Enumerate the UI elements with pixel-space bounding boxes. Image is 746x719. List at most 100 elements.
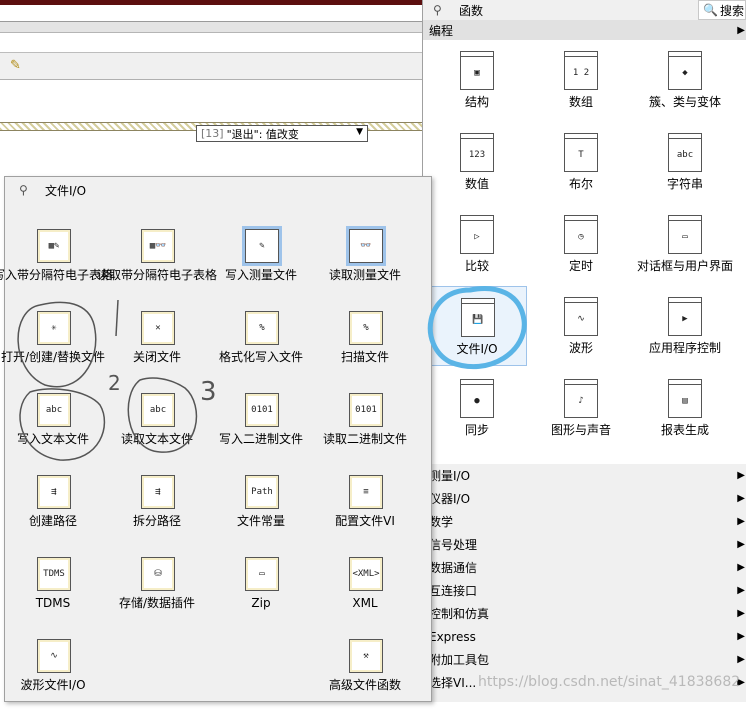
cluster-icon: ◆ <box>668 56 702 90</box>
structures-icon: ▣ <box>460 56 494 90</box>
palette-item[interactable]: ▤ 报表生成 <box>635 368 735 448</box>
search-icon: 🔍 <box>703 3 718 17</box>
file-io-item[interactable]: Path 文件常量 <box>209 475 313 555</box>
case-prev-icon[interactable]: ◀ <box>196 128 197 138</box>
category-item-label: 互连接口 <box>429 584 478 598</box>
file-io-item[interactable]: 0101 写入二进制文件 <box>209 393 313 473</box>
category-item[interactable]: 互连接口 ▶ <box>423 579 746 602</box>
file-io-item[interactable]: <XML> XML <box>313 557 417 637</box>
file-io-item[interactable]: % 格式化写入文件 <box>209 311 313 391</box>
file-io-item[interactable]: ✎ 写入测量文件 <box>209 226 313 309</box>
file-io-item[interactable]: ⇶ 创建路径 <box>1 475 105 555</box>
dialog-icon: ▭ <box>668 220 702 254</box>
category-programming[interactable]: 编程 ▶ <box>423 20 746 40</box>
search-button[interactable]: 🔍 搜索 <box>698 0 746 20</box>
palette-item[interactable]: ▭ 对话框与用户界面 <box>635 204 735 284</box>
boolean-icon: T <box>564 138 598 172</box>
file-io-item[interactable]: TDMS TDMS <box>1 557 105 637</box>
category-item-label: 控制和仿真 <box>429 607 490 621</box>
file-io-item[interactable]: ≡ 配置文件VI <box>313 475 417 555</box>
file-io-item[interactable]: 0101 读取二进制文件 <box>313 393 417 473</box>
timing-icon: ◷ <box>564 220 598 254</box>
category-item[interactable]: 测量I/O ▶ <box>423 464 746 487</box>
chevron-right-icon: ▶ <box>737 516 745 527</box>
file-io-item[interactable]: abc 读取文本文件 <box>105 393 209 473</box>
category-item[interactable]: Express ▶ <box>423 625 746 648</box>
category-item[interactable]: 仪器I/O ▶ <box>423 487 746 510</box>
file-io-item[interactable]: ✕ 关闭文件 <box>105 311 209 391</box>
sync-icon: ● <box>460 384 494 418</box>
spreadsheet-write-icon: ▦✎ <box>37 229 71 263</box>
category-item-label: 仪器I/O <box>429 492 471 506</box>
palette-item[interactable]: ◷ 定时 <box>531 204 631 284</box>
file-io-item-label: 读取带分隔符电子表格 <box>97 268 218 282</box>
category-list: 测量I/O ▶ 仪器I/O ▶ 数学 ▶ 信号处理 ▶ 数据通信 ▶ 互连接口 ▶ 控制和仿真 ▶ Expr… <box>423 464 746 702</box>
file-io-item-label: 写入测量文件 <box>224 268 297 282</box>
palette-item[interactable]: ♪ 图形与声音 <box>531 368 631 448</box>
app-control-icon: ▶ <box>668 302 702 336</box>
palette-item-label: 簇、类与变体 <box>648 95 721 109</box>
palette-item[interactable]: T 布尔 <box>531 122 631 202</box>
waveform-icon: ∿ <box>564 302 598 336</box>
file-io-item-label: 存储/数据插件 <box>118 596 196 610</box>
file-io-item[interactable]: ✳ 打开/创建/替换文件 <box>1 311 105 391</box>
category-item[interactable]: 附加工具包 ▶ <box>423 648 746 671</box>
measurement-write-icon: ✎ <box>242 226 282 266</box>
pin-icon[interactable]: ⚲ <box>433 3 447 17</box>
palette-item[interactable]: ● 同步 <box>427 368 527 448</box>
case-selector[interactable]: ◀ [13] "退出": 值改变 ▼ <box>196 125 368 142</box>
category-item-label: 选择VI... <box>429 676 477 690</box>
file-io-item[interactable]: ⛁ 存储/数据插件 <box>105 557 209 637</box>
file-io-item[interactable]: % 扫描文件 <box>313 311 417 391</box>
category-item[interactable]: 控制和仿真 ▶ <box>423 602 746 625</box>
file-io-item-label: 读取二进制文件 <box>322 432 407 446</box>
category-item-label: 信号处理 <box>429 538 478 552</box>
category-item[interactable]: 信号处理 ▶ <box>423 533 746 556</box>
diagram-band <box>0 22 422 33</box>
file-io-item-label: XML <box>352 596 378 610</box>
file-io-item[interactable]: ▭ Zip <box>209 557 313 637</box>
palette-item[interactable]: 123 数值 <box>427 122 527 202</box>
format-write-icon: % <box>245 311 279 345</box>
chevron-right-icon: ▶ <box>737 654 745 665</box>
file-constant-icon: Path <box>245 475 279 509</box>
numeric-icon: 123 <box>460 138 494 172</box>
palette-item[interactable]: ▣ 结构 <box>427 40 527 120</box>
build-path-icon: ⇶ <box>37 475 71 509</box>
palette-item[interactable]: 1 2 数组 <box>531 40 631 120</box>
scan-file-icon: % <box>349 311 383 345</box>
case-dropdown-icon[interactable]: ▼ <box>356 127 363 137</box>
file-io-item-label: 格式化写入文件 <box>218 350 303 364</box>
functions-palette: ⚲ 函数 🔍 搜索 编程 ▶ ▣ 结构 1 2 数组 ◆ 簇、类与变体 123 数值 T 布尔 ab… <box>422 0 746 702</box>
file-io-item[interactable]: ∿ 波形文件I/O <box>1 639 105 719</box>
pin-icon[interactable]: ⚲ <box>19 183 33 197</box>
palette-item[interactable]: abc 字符串 <box>635 122 735 202</box>
write-text-icon: abc <box>37 393 71 427</box>
palette-item[interactable]: ∿ 波形 <box>531 286 631 366</box>
category-item[interactable]: 数学 ▶ <box>423 510 746 533</box>
chevron-right-icon: ▶ <box>737 585 745 596</box>
case-index: [13] <box>201 127 224 140</box>
config-file-icon: ≡ <box>349 475 383 509</box>
xml-icon: <XML> <box>349 557 383 591</box>
file-io-item-label: 关闭文件 <box>132 350 181 364</box>
category-item[interactable]: 数据通信 ▶ <box>423 556 746 579</box>
file-io-item[interactable]: ⚒ 高级文件函数 <box>313 639 417 719</box>
chevron-right-icon: ▶ <box>737 539 745 550</box>
palette-item[interactable]: ◆ 簇、类与变体 <box>635 40 735 120</box>
file-io-item[interactable]: abc 写入文本文件 <box>1 393 105 473</box>
palette-item[interactable]: ▶ 应用程序控制 <box>635 286 735 366</box>
file-io-item[interactable]: ▦✎ 写入带分隔符电子表格 <box>0 229 113 309</box>
palette-item[interactable]: 💾 文件I/O <box>427 286 527 366</box>
chevron-right-icon: ▶ <box>737 608 745 619</box>
file-io-item[interactable]: 👓 读取测量文件 <box>313 226 417 309</box>
file-io-item-label: 读取测量文件 <box>328 268 401 282</box>
file-io-item-label: 扫描文件 <box>340 350 389 364</box>
cleanup-icon[interactable]: ✎ <box>10 58 21 73</box>
file-io-item[interactable]: ⇶ 拆分路径 <box>105 475 209 555</box>
file-io-item[interactable]: ▦👓 读取带分隔符电子表格 <box>97 229 217 309</box>
read-text-icon: abc <box>141 393 175 427</box>
palette-item[interactable]: ▷ 比较 <box>427 204 527 284</box>
category-item-label: 数据通信 <box>429 561 478 575</box>
read-binary-icon: 0101 <box>349 393 383 427</box>
